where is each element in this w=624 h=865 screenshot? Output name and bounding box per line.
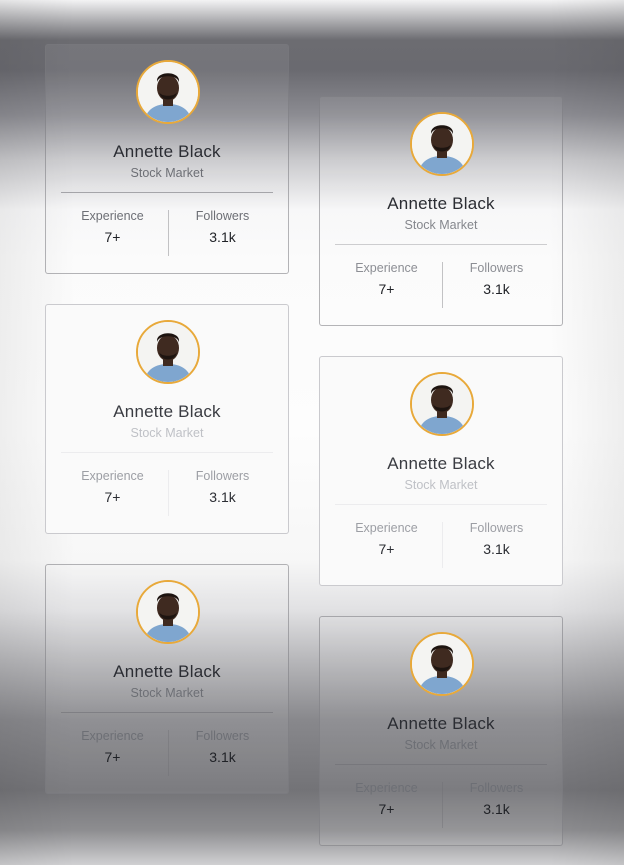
followers-label: Followers — [469, 781, 524, 795]
experience-stat: Experience 7+ — [326, 261, 447, 297]
followers-value: 3.1k — [483, 801, 510, 817]
profile-name: Annette Black — [387, 194, 495, 213]
experience-stat: Experience 7+ — [326, 521, 447, 557]
profile-name: Annette Black — [387, 454, 495, 473]
avatar[interactable] — [410, 112, 474, 176]
experience-value: 7+ — [104, 749, 121, 765]
experience-label: Experience — [81, 469, 144, 483]
stats-divider — [442, 262, 443, 308]
stats-row: Experience 7+ Followers 3.1k — [320, 781, 562, 829]
avatar[interactable] — [410, 372, 474, 436]
profile-name: Annette Black — [113, 142, 221, 161]
experience-stat: Experience 7+ — [52, 209, 173, 245]
person-photo-icon — [138, 322, 198, 382]
divider — [335, 504, 547, 505]
divider — [335, 764, 547, 765]
profile-card[interactable]: Annette Black Stock Market Experience 7+… — [45, 304, 289, 534]
stats-divider — [168, 210, 169, 256]
stats-divider — [168, 470, 169, 516]
profile-card[interactable]: Annette Black Stock Market Experience 7+… — [319, 96, 563, 326]
followers-label: Followers — [195, 729, 250, 743]
followers-stat: Followers 3.1k — [162, 729, 283, 765]
followers-label: Followers — [469, 521, 524, 535]
followers-stat: Followers 3.1k — [436, 521, 557, 557]
profile-name: Annette Black — [113, 662, 221, 681]
profile-card[interactable]: Annette Black Stock Market Experience 7+… — [319, 356, 563, 586]
profile-name: Annette Black — [113, 402, 221, 421]
followers-value: 3.1k — [209, 749, 236, 765]
experience-stat: Experience 7+ — [326, 781, 447, 817]
divider — [61, 452, 273, 453]
experience-label: Experience — [355, 781, 418, 795]
divider — [61, 712, 273, 713]
followers-value: 3.1k — [483, 541, 510, 557]
divider — [61, 192, 273, 193]
divider — [335, 244, 547, 245]
person-photo-icon — [412, 374, 472, 434]
experience-value: 7+ — [104, 229, 121, 245]
profile-subtitle: Stock Market — [404, 738, 478, 752]
followers-label: Followers — [195, 469, 250, 483]
avatar[interactable] — [410, 632, 474, 696]
experience-stat: Experience 7+ — [52, 729, 173, 765]
person-photo-icon — [412, 634, 472, 694]
stats-divider — [168, 730, 169, 776]
stats-divider — [442, 522, 443, 568]
stats-row: Experience 7+ Followers 3.1k — [320, 261, 562, 309]
profile-card[interactable]: Annette Black Stock Market Experience 7+… — [319, 616, 563, 846]
experience-value: 7+ — [104, 489, 121, 505]
avatar[interactable] — [136, 320, 200, 384]
avatar[interactable] — [136, 580, 200, 644]
experience-label: Experience — [81, 729, 144, 743]
stats-divider — [442, 782, 443, 828]
person-photo-icon — [138, 582, 198, 642]
experience-value: 7+ — [378, 801, 395, 817]
experience-value: 7+ — [378, 541, 395, 557]
followers-stat: Followers 3.1k — [436, 261, 557, 297]
avatar[interactable] — [136, 60, 200, 124]
profile-name: Annette Black — [387, 714, 495, 733]
experience-value: 7+ — [378, 281, 395, 297]
followers-value: 3.1k — [209, 229, 236, 245]
stats-row: Experience 7+ Followers 3.1k — [46, 469, 288, 517]
profile-subtitle: Stock Market — [130, 686, 204, 700]
followers-value: 3.1k — [483, 281, 510, 297]
experience-label: Experience — [355, 521, 418, 535]
followers-value: 3.1k — [209, 489, 236, 505]
followers-label: Followers — [195, 209, 250, 223]
followers-stat: Followers 3.1k — [162, 469, 283, 505]
followers-label: Followers — [469, 261, 524, 275]
followers-stat: Followers 3.1k — [436, 781, 557, 817]
stats-row: Experience 7+ Followers 3.1k — [320, 521, 562, 569]
profile-subtitle: Stock Market — [130, 426, 204, 440]
profile-card[interactable]: Annette Black Stock Market Experience 7+… — [45, 564, 289, 794]
experience-label: Experience — [81, 209, 144, 223]
person-photo-icon — [138, 62, 198, 122]
experience-label: Experience — [355, 261, 418, 275]
profile-subtitle: Stock Market — [404, 218, 478, 232]
stats-row: Experience 7+ Followers 3.1k — [46, 209, 288, 257]
stats-row: Experience 7+ Followers 3.1k — [46, 729, 288, 777]
profile-subtitle: Stock Market — [404, 478, 478, 492]
person-photo-icon — [412, 114, 472, 174]
experience-stat: Experience 7+ — [52, 469, 173, 505]
profile-card[interactable]: Annette Black Stock Market Experience 7+… — [45, 44, 289, 274]
followers-stat: Followers 3.1k — [162, 209, 283, 245]
profile-subtitle: Stock Market — [130, 166, 204, 180]
